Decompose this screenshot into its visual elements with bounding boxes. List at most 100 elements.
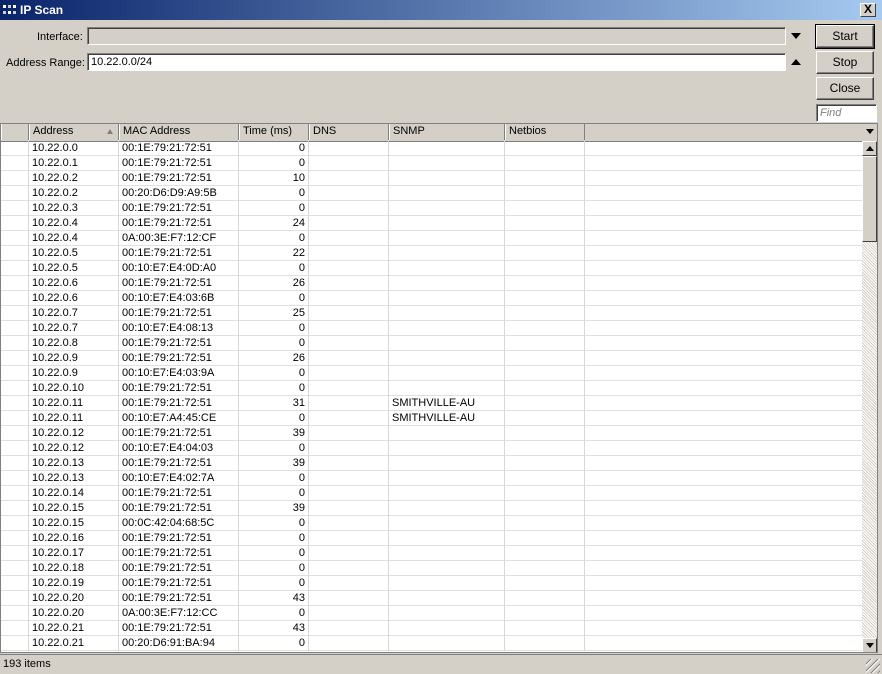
vertical-scrollbar[interactable] <box>862 141 877 652</box>
address-range-collapse-icon[interactable] <box>791 59 801 65</box>
table-row[interactable]: 10.22.0.13 00:10:E7:E4:02:7A 0 <box>1 471 863 486</box>
table-row[interactable]: 10.22.0.7 00:1E:79:21:72:51 25 <box>1 306 863 321</box>
address-range-input[interactable]: 10.22.0.0/24 <box>87 53 786 71</box>
window-close-button[interactable]: X <box>860 3 876 17</box>
table-row[interactable]: 10.22.0.12 00:10:E7:E4:04:03 0 <box>1 441 863 456</box>
cell-dns <box>309 351 389 366</box>
cell-netbios <box>505 246 585 261</box>
table-row[interactable]: 10.22.0.9 00:1E:79:21:72:51 26 <box>1 351 863 366</box>
table-row[interactable]: 10.22.0.5 00:1E:79:21:72:51 22 <box>1 246 863 261</box>
column-header-mac-address[interactable]: MAC Address <box>119 124 239 140</box>
close-button[interactable]: Close <box>816 77 874 100</box>
column-header-snmp[interactable]: SNMP <box>389 124 505 140</box>
table-row[interactable]: 10.22.0.1 00:1E:79:21:72:51 0 <box>1 156 863 171</box>
interface-label: Interface: <box>37 31 83 43</box>
table-row[interactable]: 10.22.0.10 00:1E:79:21:72:51 0 <box>1 381 863 396</box>
resize-grip-icon[interactable] <box>866 659 880 673</box>
scroll-up-button[interactable] <box>862 141 877 156</box>
cell-mac-address: 00:10:E7:E4:04:03 <box>119 441 239 456</box>
column-header-dns[interactable]: DNS <box>309 124 389 140</box>
scroll-down-button[interactable] <box>862 638 877 652</box>
column-header-address[interactable]: Address <box>29 124 119 140</box>
stop-button[interactable]: Stop <box>816 51 874 74</box>
table-row[interactable]: 10.22.0.3 00:1E:79:21:72:51 0 <box>1 201 863 216</box>
start-button[interactable]: Start <box>815 24 875 49</box>
table-row[interactable]: 10.22.0.16 00:1E:79:21:72:51 0 <box>1 531 863 546</box>
cell-marker <box>1 381 29 396</box>
table-row[interactable]: 10.22.0.9 00:10:E7:E4:03:9A 0 <box>1 366 863 381</box>
table-row[interactable]: 10.22.0.18 00:1E:79:21:72:51 0 <box>1 561 863 576</box>
cell-time: 39 <box>239 426 309 441</box>
cell-dns <box>309 201 389 216</box>
cell-netbios <box>505 531 585 546</box>
table-row[interactable]: 10.22.0.8 00:1E:79:21:72:51 0 <box>1 336 863 351</box>
cell-netbios <box>505 276 585 291</box>
cell-address: 10.22.0.7 <box>29 321 119 336</box>
table-row[interactable]: 10.22.0.17 00:1E:79:21:72:51 0 <box>1 546 863 561</box>
cell-snmp <box>389 276 505 291</box>
column-chooser-icon[interactable] <box>866 129 874 134</box>
table-row[interactable]: 10.22.0.2 00:20:D6:D9:A9:5B 0 <box>1 186 863 201</box>
cell-snmp <box>389 366 505 381</box>
cell-dns <box>309 246 389 261</box>
cell-time: 0 <box>239 606 309 621</box>
cell-snmp <box>389 516 505 531</box>
cell-marker <box>1 471 29 486</box>
table-row[interactable]: 10.22.0.19 00:1E:79:21:72:51 0 <box>1 576 863 591</box>
cell-dns <box>309 636 389 651</box>
interface-field[interactable] <box>87 27 786 45</box>
cell-time: 0 <box>239 546 309 561</box>
cell-address: 10.22.0.7 <box>29 306 119 321</box>
cell-dns <box>309 621 389 636</box>
find-input[interactable]: Find <box>816 104 877 122</box>
table-row[interactable]: 10.22.0.6 00:1E:79:21:72:51 26 <box>1 276 863 291</box>
table-row[interactable]: 10.22.0.21 00:20:D6:91:BA:94 0 <box>1 636 863 651</box>
scan-results-table: Address MAC Address Time (ms) DNS SNMP N… <box>0 123 878 653</box>
column-header-label: Netbios <box>509 125 547 137</box>
cell-mac-address: 00:1E:79:21:72:51 <box>119 561 239 576</box>
table-row[interactable]: 10.22.0.15 00:0C:42:04:68:5C 0 <box>1 516 863 531</box>
cell-dns <box>309 306 389 321</box>
cell-dns <box>309 531 389 546</box>
table-row[interactable]: 10.22.0.4 0A:00:3E:F7:12:CF 0 <box>1 231 863 246</box>
table-row[interactable]: 10.22.0.12 00:1E:79:21:72:51 39 <box>1 426 863 441</box>
cell-mac-address: 00:10:E7:A4:45:CE <box>119 411 239 426</box>
column-header-blank[interactable] <box>1 124 29 140</box>
table-row[interactable]: 10.22.0.14 00:1E:79:21:72:51 0 <box>1 486 863 501</box>
cell-dns <box>309 276 389 291</box>
cell-time: 26 <box>239 276 309 291</box>
table-row[interactable]: 10.22.0.7 00:10:E7:E4:08:13 0 <box>1 321 863 336</box>
table-row[interactable]: 10.22.0.2 00:1E:79:21:72:51 10 <box>1 171 863 186</box>
cell-time: 0 <box>239 381 309 396</box>
table-row[interactable]: 10.22.0.6 00:10:E7:E4:03:6B 0 <box>1 291 863 306</box>
cell-mac-address: 00:20:D6:91:BA:94 <box>119 636 239 651</box>
table-row[interactable]: 10.22.0.11 00:10:E7:A4:45:CE 0 SMITHVILLE-A… <box>1 411 863 426</box>
column-header-time[interactable]: Time (ms) <box>239 124 309 140</box>
table-row[interactable]: 10.22.0.21 00:1E:79:21:72:51 43 <box>1 621 863 636</box>
table-row[interactable]: 10.22.0.11 00:1E:79:21:72:51 31 SMITHVILLE-… <box>1 396 863 411</box>
table-row[interactable]: 10.22.0.0 00:1E:79:21:72:51 0 <box>1 141 863 156</box>
cell-snmp <box>389 426 505 441</box>
interface-dropdown-icon[interactable] <box>791 33 801 39</box>
column-header-netbios[interactable]: Netbios <box>505 124 585 140</box>
cell-time: 0 <box>239 471 309 486</box>
cell-dns <box>309 501 389 516</box>
table-row[interactable]: 10.22.0.20 00:1E:79:21:72:51 43 <box>1 591 863 606</box>
cell-netbios <box>505 381 585 396</box>
cell-netbios <box>505 366 585 381</box>
cell-snmp: SMITHVILLE-AU <box>389 411 505 426</box>
table-row[interactable]: 10.22.0.4 00:1E:79:21:72:51 24 <box>1 216 863 231</box>
scroll-thumb[interactable] <box>862 156 877 242</box>
cell-time: 39 <box>239 456 309 471</box>
cell-snmp <box>389 186 505 201</box>
cell-time: 43 <box>239 621 309 636</box>
table-row[interactable]: 10.22.0.13 00:1E:79:21:72:51 39 <box>1 456 863 471</box>
cell-snmp <box>389 576 505 591</box>
table-row[interactable]: 10.22.0.15 00:1E:79:21:72:51 39 <box>1 501 863 516</box>
table-row[interactable]: 10.22.0.5 00:10:E7:E4:0D:A0 0 <box>1 261 863 276</box>
cell-dns <box>309 381 389 396</box>
table-row[interactable]: 10.22.0.20 0A:00:3E:F7:12:CC 0 <box>1 606 863 621</box>
cell-snmp <box>389 321 505 336</box>
cell-address: 10.22.0.20 <box>29 606 119 621</box>
cell-netbios <box>505 351 585 366</box>
